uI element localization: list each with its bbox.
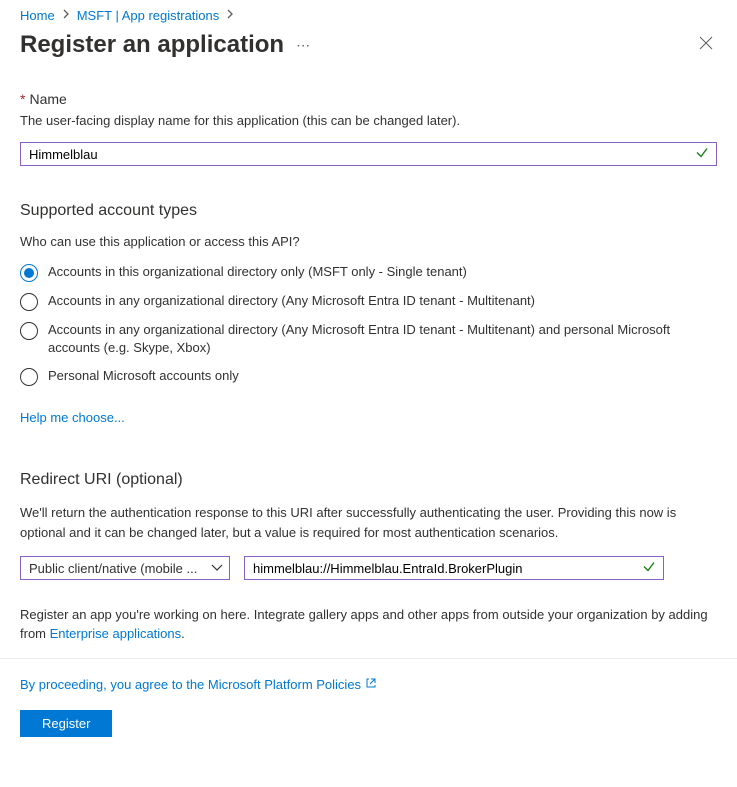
page-title: Register an application bbox=[20, 31, 284, 59]
radio-label: Accounts in this organizational director… bbox=[48, 263, 467, 281]
account-type-multitenant-personal[interactable]: Accounts in any organizational directory… bbox=[20, 321, 717, 357]
breadcrumb-home[interactable]: Home bbox=[20, 8, 55, 23]
radio-icon bbox=[20, 368, 38, 386]
account-types-description: Who can use this application or access t… bbox=[20, 234, 717, 249]
chevron-down-icon bbox=[211, 561, 223, 575]
account-types-radio-group: Accounts in this organizational director… bbox=[20, 263, 717, 386]
enterprise-applications-link[interactable]: Enterprise applications bbox=[50, 626, 182, 641]
register-button[interactable]: Register bbox=[20, 710, 112, 737]
platform-select-value: Public client/native (mobile ... bbox=[29, 561, 205, 576]
radio-label: Personal Microsoft accounts only bbox=[48, 367, 239, 385]
radio-label: Accounts in any organizational directory… bbox=[48, 321, 717, 357]
close-button[interactable] bbox=[695, 32, 717, 59]
name-description: The user-facing display name for this ap… bbox=[20, 113, 717, 128]
name-input[interactable] bbox=[20, 142, 717, 166]
page-header: Register an application ⋯ bbox=[0, 27, 737, 71]
account-type-multitenant[interactable]: Accounts in any organizational directory… bbox=[20, 292, 717, 311]
redirect-uri-input[interactable] bbox=[244, 556, 664, 580]
external-link-icon bbox=[365, 677, 377, 692]
account-types-title: Supported account types bbox=[20, 202, 717, 220]
close-icon bbox=[699, 36, 713, 50]
platform-select[interactable]: Public client/native (mobile ... bbox=[20, 556, 230, 580]
radio-icon bbox=[20, 322, 38, 340]
more-options-icon[interactable]: ⋯ bbox=[296, 37, 311, 54]
radio-icon bbox=[20, 264, 38, 282]
name-label: *Name bbox=[20, 91, 717, 107]
radio-label: Accounts in any organizational directory… bbox=[48, 292, 535, 310]
platform-policies-link[interactable]: By proceeding, you agree to the Microsof… bbox=[20, 677, 377, 692]
breadcrumb-app-registrations[interactable]: MSFT | App registrations bbox=[77, 8, 220, 23]
chevron-right-icon bbox=[227, 9, 233, 22]
required-indicator: * bbox=[20, 91, 25, 107]
redirect-uri-description: We'll return the authentication response… bbox=[20, 503, 717, 542]
enterprise-apps-hint: Register an app you're working on here. … bbox=[20, 606, 717, 644]
chevron-right-icon bbox=[63, 9, 69, 22]
breadcrumb: Home MSFT | App registrations bbox=[0, 0, 737, 27]
radio-icon bbox=[20, 293, 38, 311]
help-me-choose-link[interactable]: Help me choose... bbox=[20, 410, 125, 425]
account-type-personal[interactable]: Personal Microsoft accounts only bbox=[20, 367, 717, 386]
redirect-uri-title: Redirect URI (optional) bbox=[20, 471, 717, 489]
account-type-single-tenant[interactable]: Accounts in this organizational director… bbox=[20, 263, 717, 282]
